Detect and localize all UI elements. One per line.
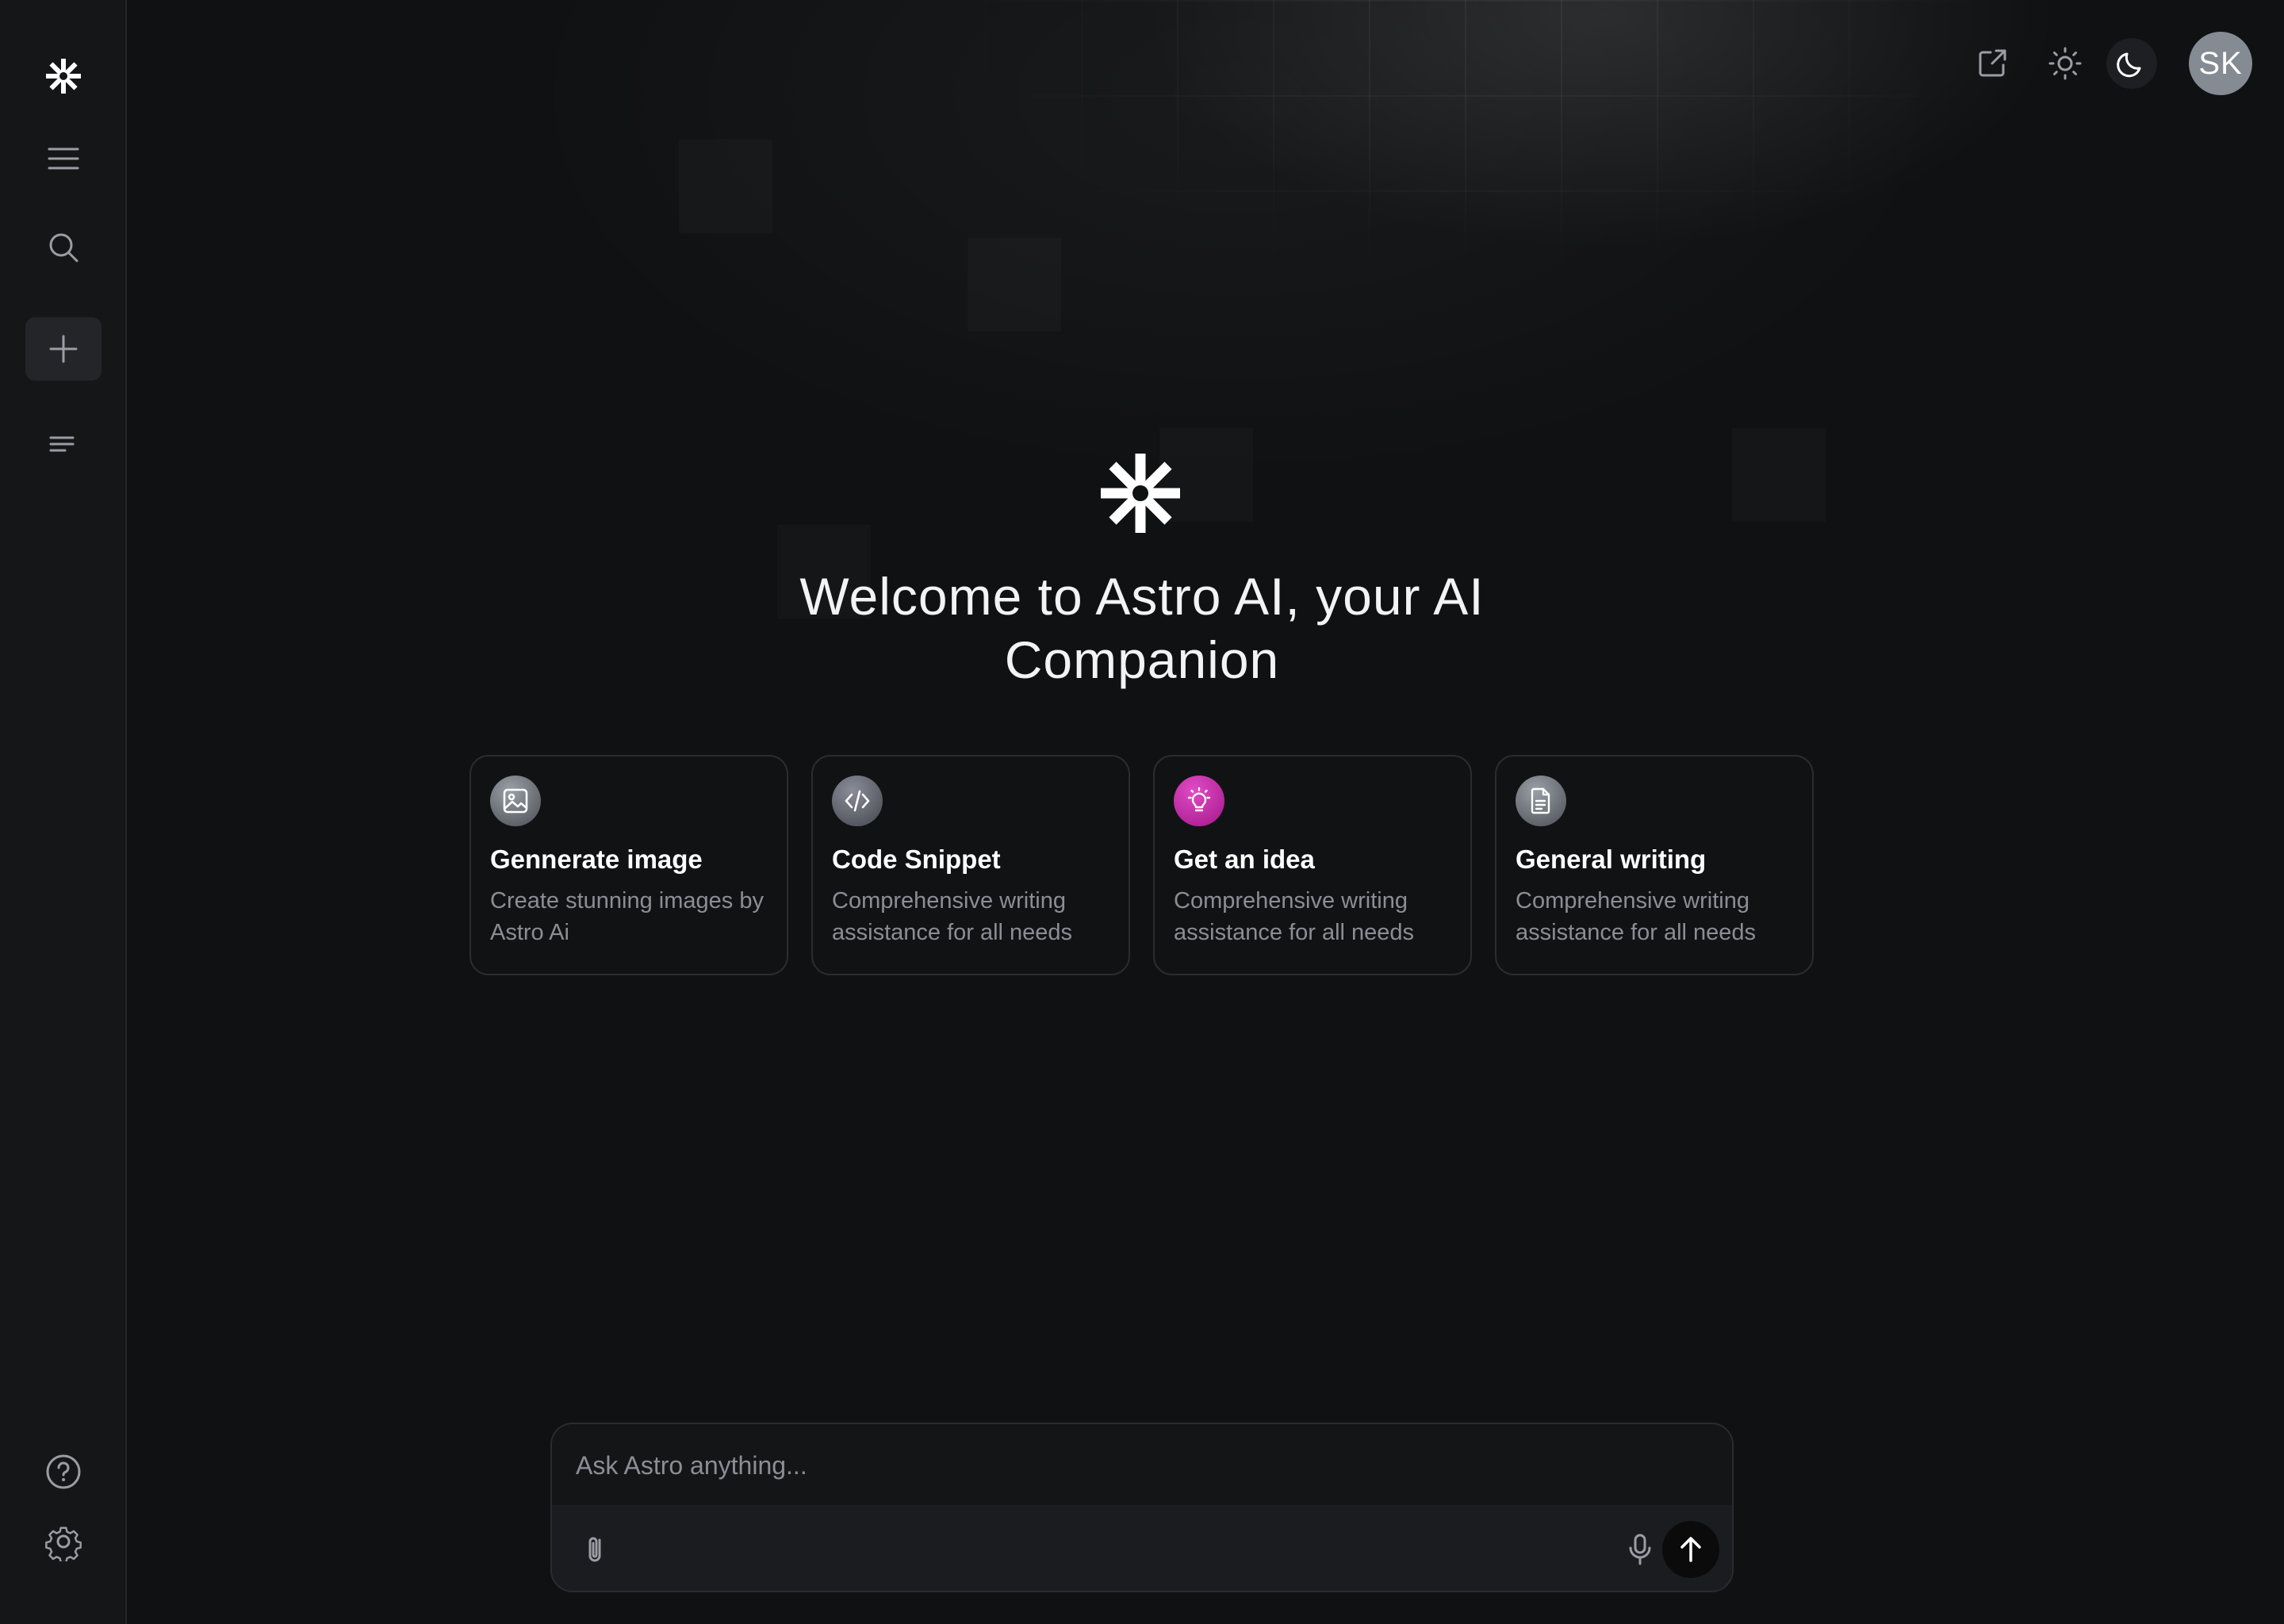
share-icon [1979, 49, 2006, 77]
arrow-up-icon [1680, 1537, 1701, 1562]
card-description: Create stunning images by Astro Ai [490, 885, 768, 948]
attach-button[interactable] [568, 1521, 625, 1578]
list-icon [49, 436, 75, 452]
astro-logo-icon [1101, 454, 1180, 533]
card-description-line: assistance for all needs [1174, 920, 1415, 945]
welcome-title: Welcome to Astro AI, your AI Companion [745, 565, 1539, 691]
search-button[interactable] [25, 216, 102, 279]
asterisk-logo-icon [46, 59, 81, 94]
card-icon-badge [1516, 776, 1566, 826]
composer-toolbar [552, 1505, 1732, 1591]
background-tile [968, 238, 1061, 331]
card-description-line: Comprehensive writing [1516, 888, 1749, 914]
card-description-line: assistance for all needs [1516, 920, 1757, 945]
card-icon-badge [832, 776, 883, 826]
history-button[interactable] [25, 412, 102, 476]
light-mode-button[interactable] [2040, 38, 2090, 89]
background-grid [793, 0, 2030, 333]
chat-composer [550, 1423, 1734, 1592]
sun-icon [2048, 47, 2082, 80]
background-tile [1732, 428, 1826, 522]
card-description-line: Comprehensive writing [832, 888, 1066, 914]
card-title: Get an idea [1174, 845, 1315, 874]
card-title: Gennerate image [490, 845, 703, 874]
card-description-line: Create stunning images by [490, 888, 764, 914]
share-button[interactable] [1967, 38, 2018, 89]
card-description-line: Comprehensive writing [1174, 888, 1408, 914]
card-generate-image[interactable]: Gennerate image Create stunning images b… [469, 755, 788, 975]
help-circle-icon [46, 1454, 81, 1489]
paperclip-icon [588, 1537, 601, 1562]
card-description: Comprehensive writing assistance for all… [1174, 885, 1451, 948]
settings-button[interactable] [25, 1510, 102, 1573]
welcome-title-line: Welcome to Astro AI, your AI [799, 567, 1485, 626]
welcome-title-line: Companion [1004, 630, 1280, 689]
avatar-initials: SK [2198, 45, 2243, 81]
chat-input[interactable] [576, 1443, 1702, 1488]
card-get-an-idea[interactable]: Get an idea Comprehensive writing assist… [1153, 755, 1472, 975]
app-logo[interactable] [25, 44, 102, 108]
code-icon [845, 790, 870, 812]
card-general-writing[interactable]: General writing Comprehensive writing as… [1495, 755, 1814, 975]
gear-icon [45, 1526, 82, 1561]
plus-icon [49, 335, 78, 363]
moon-icon [2117, 52, 2141, 78]
app-window: SK Welcome to Astro AI, your AI Companio… [0, 0, 2284, 1624]
menu-button[interactable] [25, 127, 102, 190]
lightbulb-icon [1187, 787, 1211, 812]
card-code-snippet[interactable]: Code Snippet Comprehensive writing assis… [811, 755, 1130, 975]
menu-icon [48, 147, 79, 170]
card-description: Comprehensive writing assistance for all… [1516, 885, 1793, 948]
send-button[interactable] [1662, 1521, 1719, 1578]
card-description-line: Astro Ai [490, 920, 569, 945]
background-tile [679, 140, 772, 233]
help-button[interactable] [25, 1440, 102, 1503]
sidebar [0, 0, 127, 1624]
card-description: Comprehensive writing assistance for all… [832, 885, 1109, 948]
card-icon-badge [1174, 776, 1224, 826]
card-description-line: assistance for all needs [832, 920, 1073, 945]
card-title: General writing [1516, 845, 1707, 874]
card-icon-badge [490, 776, 541, 826]
card-title: Code Snippet [832, 845, 1001, 874]
microphone-button[interactable] [1611, 1521, 1669, 1578]
image-icon [503, 788, 528, 814]
composer-input-area [552, 1424, 1732, 1505]
microphone-icon [1629, 1534, 1651, 1565]
user-avatar[interactable]: SK [2189, 32, 2252, 95]
document-icon [1531, 787, 1550, 814]
search-icon [49, 233, 79, 262]
dark-mode-button[interactable] [2106, 38, 2157, 89]
new-chat-button[interactable] [25, 317, 102, 381]
